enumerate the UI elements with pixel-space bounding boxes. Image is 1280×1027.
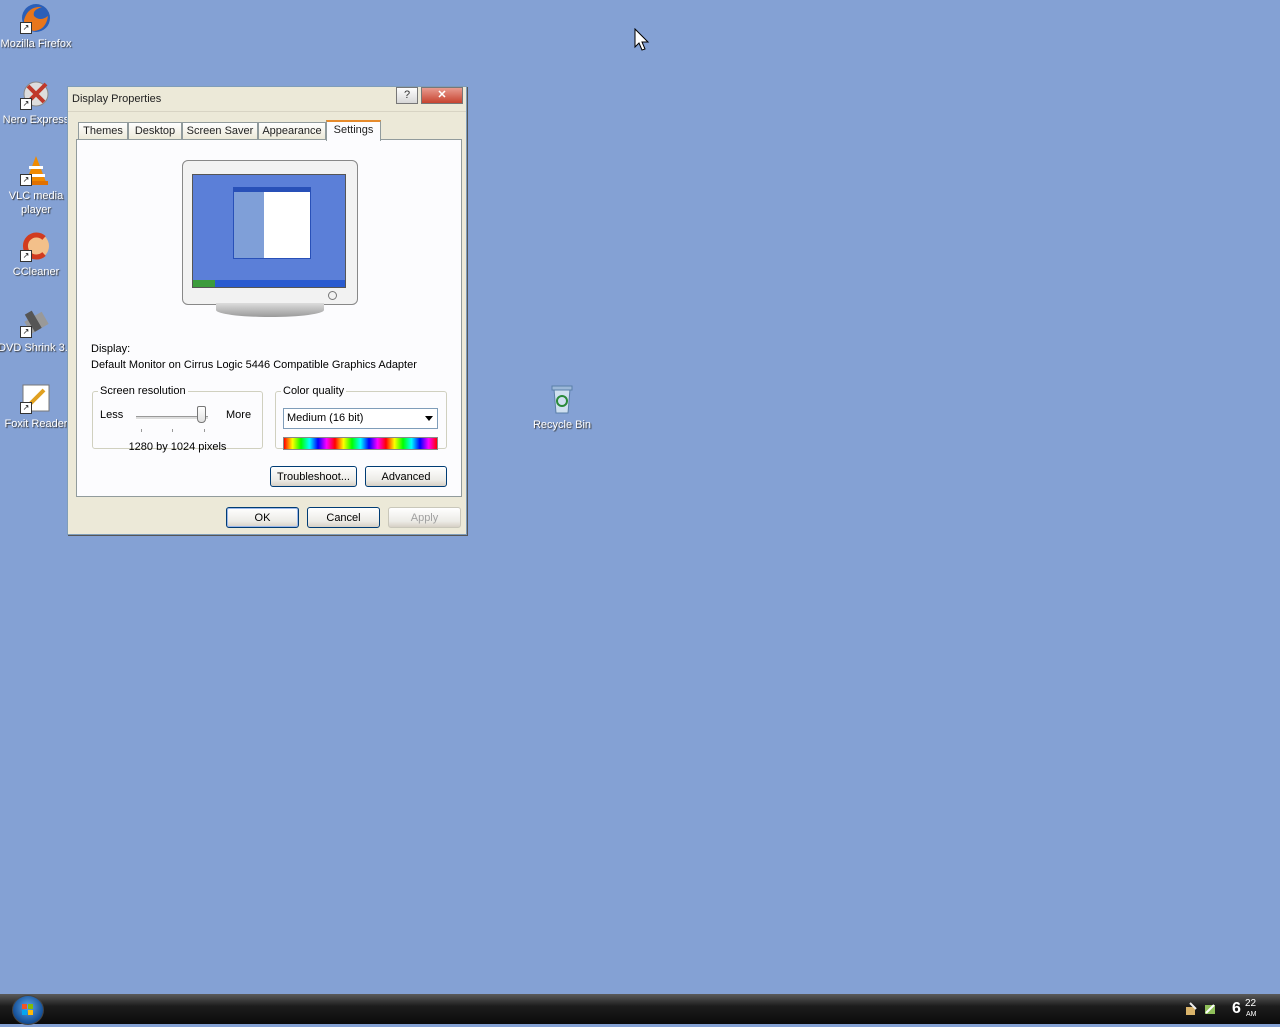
ok-button[interactable]: OK: [226, 507, 299, 528]
desktop-icon-label: Foxit Reader: [4, 418, 68, 430]
nero-icon: ↗: [20, 78, 52, 110]
desktop-icon-dvd-shrink[interactable]: ↗ DVD Shrink 3.2: [0, 306, 74, 355]
advanced-button[interactable]: Advanced: [365, 466, 447, 487]
monitor-power-icon: [328, 291, 337, 300]
tray-safely-remove-icon[interactable]: [1202, 1001, 1218, 1017]
desktop-icon-label: VLC media player: [8, 190, 64, 216]
display-value: Default Monitor on Cirrus Logic 5446 Com…: [91, 359, 417, 371]
start-button[interactable]: [12, 995, 44, 1025]
desktop-icon-nero-express[interactable]: ↗ Nero Express: [0, 78, 74, 127]
monitor-frame: [182, 160, 358, 305]
resolution-value: 1280 by 1024 pixels: [128, 441, 227, 453]
color-quality-group: Color quality Medium (16 bit): [275, 385, 447, 450]
more-label: More: [226, 409, 252, 421]
clock-ampm[interactable]: AM: [1246, 1011, 1257, 1018]
tab-appearance[interactable]: Appearance: [258, 122, 326, 139]
resolution-slider-thumb[interactable]: [197, 406, 206, 423]
tab-screen-saver[interactable]: Screen Saver: [182, 122, 258, 139]
firefox-icon: ↗: [20, 2, 52, 34]
display-label: Display:: [91, 343, 131, 355]
desktop-icon-ccleaner[interactable]: ↗ CCleaner: [0, 230, 74, 279]
preview-start-button: [193, 280, 215, 287]
screen-resolution-group: Screen resolution Less More 1280 by 1024…: [92, 385, 263, 453]
recycle-bin-icon: [546, 383, 578, 415]
apply-button[interactable]: Apply: [388, 507, 461, 528]
desktop-icon-firefox[interactable]: ↗ Mozilla Firefox: [0, 2, 74, 51]
chevron-down-icon[interactable]: [425, 416, 433, 421]
desktop-icon-foxit-reader[interactable]: ↗ Foxit Reader: [0, 382, 74, 431]
dvd-shrink-icon: ↗: [20, 306, 52, 338]
clock-minutes[interactable]: 22: [1245, 998, 1256, 1009]
tab-desktop[interactable]: Desktop: [128, 122, 182, 139]
color-spectrum-bar: [283, 437, 438, 450]
monitor-stand: [216, 303, 324, 317]
monitor-screen: [192, 174, 346, 288]
taskbar: [0, 994, 1280, 1025]
desktop-icon-label: Nero Express: [2, 114, 70, 126]
display-properties-dialog: Display Properties ? ✕ Themes Desktop Sc…: [67, 86, 467, 535]
windows-logo-icon: [22, 1004, 33, 1015]
monitor-preview: [182, 160, 358, 320]
slider-ticks: [141, 429, 205, 432]
preview-window: [233, 187, 311, 259]
desktop-icon-label: DVD Shrink 3.2: [0, 342, 74, 354]
close-button[interactable]: ✕: [421, 87, 463, 104]
ccleaner-icon: ↗: [20, 230, 52, 262]
dialog-title: Display Properties: [72, 93, 162, 105]
desktop-icon-vlc[interactable]: ↗ VLC media player: [0, 154, 74, 217]
color-quality-select[interactable]: Medium (16 bit): [283, 408, 438, 429]
desktop-icon-label: CCleaner: [12, 266, 60, 278]
color-quality-legend: Color quality: [283, 385, 345, 397]
color-quality-selected: Medium (16 bit): [287, 412, 364, 424]
tray-network-icon[interactable]: [1184, 1001, 1200, 1017]
tab-settings[interactable]: Settings: [326, 120, 381, 141]
help-button[interactable]: ?: [396, 87, 418, 104]
vlc-cone-icon: ↗: [20, 154, 52, 186]
less-label: Less: [100, 409, 124, 421]
cancel-button[interactable]: Cancel: [307, 507, 380, 528]
preview-taskbar: [193, 280, 345, 287]
desktop-icon-label: Mozilla Firefox: [0, 38, 72, 50]
clock-hour[interactable]: 6: [1232, 1000, 1241, 1018]
mouse-cursor-icon: [634, 28, 650, 51]
tab-themes[interactable]: Themes: [78, 122, 128, 139]
screen-resolution-legend: Screen resolution: [100, 385, 186, 397]
desktop-icon-recycle-bin[interactable]: Recycle Bin: [524, 383, 600, 432]
troubleshoot-button[interactable]: Troubleshoot...: [270, 466, 357, 487]
foxit-reader-icon: ↗: [20, 382, 52, 414]
settings-panel: Display: Default Monitor on Cirrus Logic…: [76, 139, 462, 497]
dialog-titlebar[interactable]: Display Properties ? ✕: [68, 87, 466, 112]
desktop-icon-label: Recycle Bin: [532, 419, 592, 431]
